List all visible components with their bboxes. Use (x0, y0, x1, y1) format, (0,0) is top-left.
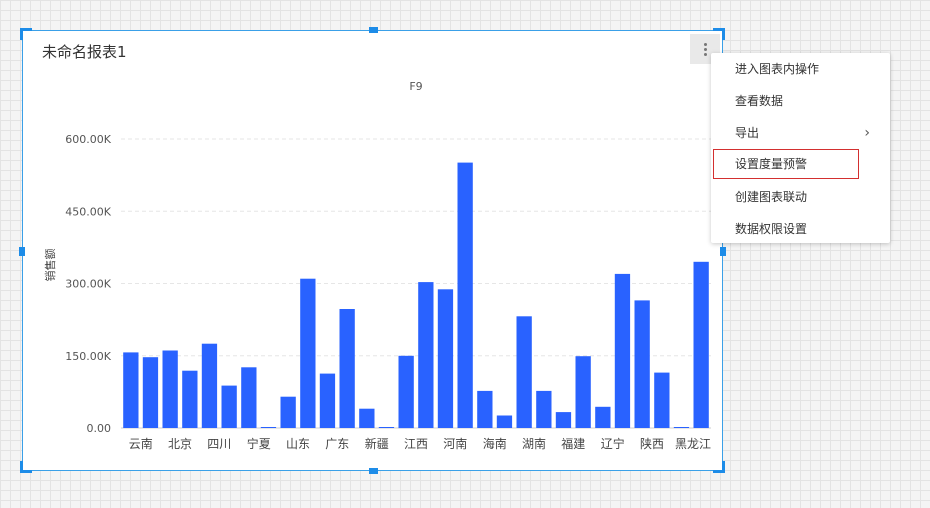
y-tick-label: 0.00 (87, 422, 112, 435)
x-tick-label: 宁夏 (247, 436, 271, 451)
menu-item-label: 创建图表联动 (735, 190, 808, 204)
menu-item-data-permission[interactable]: 数据权限设置 (711, 213, 890, 245)
bar[interactable] (241, 367, 257, 428)
resize-handle-left[interactable] (19, 247, 25, 256)
bar[interactable] (182, 370, 198, 428)
y-axis-title: 销售额 (43, 249, 57, 282)
bar[interactable] (634, 300, 650, 428)
bar[interactable] (378, 427, 395, 428)
resize-handle-top[interactable] (369, 27, 378, 33)
bar[interactable] (673, 427, 690, 428)
bar[interactable] (221, 385, 237, 428)
x-tick-label: 福建 (561, 436, 585, 451)
bar[interactable] (260, 427, 277, 428)
bar[interactable] (457, 162, 473, 428)
resize-handle-bottom-right[interactable] (713, 461, 725, 473)
bar[interactable] (280, 396, 296, 428)
resize-handle-bottom-left[interactable] (20, 461, 32, 473)
menu-item-export[interactable]: 导出 › (711, 117, 890, 149)
menu-item-label: 进入图表内操作 (735, 62, 820, 76)
resize-handle-top-left[interactable] (20, 28, 32, 40)
bar[interactable] (123, 352, 139, 428)
x-tick-label: 广东 (325, 437, 349, 451)
x-tick-label: 新疆 (365, 436, 389, 451)
bar[interactable] (654, 372, 670, 428)
bar[interactable] (201, 343, 218, 428)
resize-handle-bottom[interactable] (369, 468, 378, 474)
bar[interactable] (595, 406, 611, 428)
x-tick-label: 黑龙江 (675, 437, 711, 451)
menu-item-enter-chart[interactable]: 进入图表内操作 (711, 53, 890, 85)
x-tick-label: 北京 (168, 437, 192, 451)
chart-widget[interactable]: 未命名报表1 F9 销售额 0.00 150.00K 300.00K 450.00K 6… (19, 27, 726, 474)
x-tick-label: 湖南 (522, 436, 546, 451)
bar[interactable] (418, 282, 434, 428)
x-tick-label: 江西 (404, 437, 428, 451)
bar[interactable] (437, 289, 454, 428)
bar[interactable] (693, 261, 709, 428)
bar[interactable] (162, 350, 178, 429)
x-tick-label: 海南 (483, 436, 507, 451)
y-tick-label: 300.00K (65, 278, 111, 291)
context-menu: 进入图表内操作 查看数据 导出 › 设置度量预警 创建图表联动 数据权限设置 (711, 53, 890, 243)
menu-item-label: 查看数据 (735, 94, 784, 108)
chart-title: F9 (409, 80, 422, 93)
bar[interactable] (555, 412, 572, 428)
menu-item-label: 设置度量预警 (735, 157, 808, 171)
menu-item-create-linkage[interactable]: 创建图表联动 (711, 181, 890, 213)
resize-handle-top-right[interactable] (713, 28, 725, 40)
x-tick-label: 山东 (286, 437, 310, 451)
chevron-right-icon: › (864, 125, 870, 141)
x-tick-label: 河南 (443, 436, 467, 451)
menu-item-label: 数据权限设置 (735, 222, 808, 236)
y-tick-label: 150.00K (65, 350, 111, 363)
x-tick-label: 云南 (129, 436, 153, 451)
y-tick-label: 450.00K (65, 205, 111, 218)
bar[interactable] (359, 408, 375, 428)
bar[interactable] (319, 373, 336, 428)
menu-item-set-measure-alert[interactable]: 设置度量预警 (713, 149, 859, 179)
x-tick-label: 陕西 (640, 436, 664, 451)
bar-chart: F9 销售额 0.00150.00K300.00K450.00K600.00K … (43, 80, 711, 451)
menu-item-view-data[interactable]: 查看数据 (711, 85, 890, 117)
bar[interactable] (516, 316, 532, 428)
bar[interactable] (477, 390, 493, 428)
y-tick-label: 600.00K (65, 133, 111, 146)
bar[interactable] (339, 309, 355, 428)
bar[interactable] (575, 356, 591, 428)
bar[interactable] (536, 390, 552, 428)
x-tick-label: 四川 (207, 437, 231, 451)
x-tick-label: 辽宁 (601, 436, 625, 451)
bar[interactable] (300, 278, 316, 428)
bar[interactable] (614, 273, 631, 428)
bar[interactable] (496, 415, 513, 429)
bar[interactable] (398, 355, 414, 429)
bar[interactable] (142, 357, 159, 428)
resize-handle-right[interactable] (720, 247, 726, 256)
menu-item-label: 导出 (735, 126, 760, 140)
